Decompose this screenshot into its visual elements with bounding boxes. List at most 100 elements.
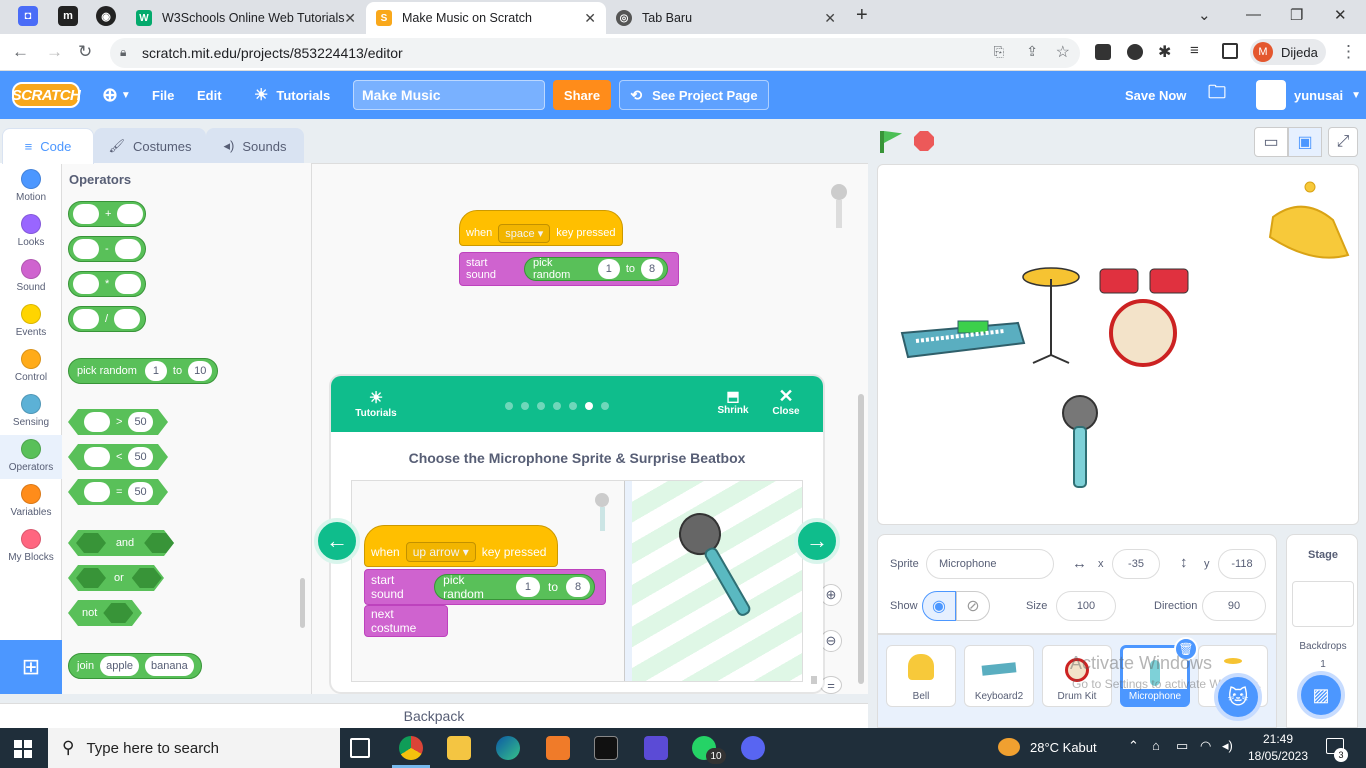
language-globe-icon[interactable]: ⊕ ▼ (102, 71, 131, 119)
translate-icon[interactable]: ⎘ (994, 44, 1004, 60)
greater-than-block[interactable]: >50 (68, 409, 168, 435)
hide-eye-slash-icon[interactable]: ⊘ (956, 591, 990, 621)
green-flag-icon[interactable] (884, 131, 902, 143)
tab-sounds[interactable]: ◂) Sounds (206, 128, 304, 164)
tab-code[interactable]: ≡ Code (2, 128, 94, 164)
see-project-page-button[interactable]: ⟲ See Project Page (619, 80, 769, 110)
sprite-tile-keyboard2[interactable]: Keyboard2 (964, 645, 1034, 707)
equals-block[interactable]: = 50 (68, 479, 168, 505)
tutorial-scrollbar[interactable] (811, 676, 817, 684)
less-than-block[interactable]: <50 (68, 444, 168, 470)
puzzle-icon[interactable]: ✱ (1158, 42, 1171, 62)
task-view-icon[interactable] (350, 738, 370, 758)
wifi-icon[interactable]: ◠ (1200, 738, 1211, 754)
subtract-block[interactable]: - (68, 236, 146, 262)
add-block[interactable]: + (68, 201, 146, 227)
save-now-button[interactable]: Save Now (1125, 71, 1186, 119)
extension-icon[interactable] (1127, 44, 1143, 60)
windows-start-icon[interactable] (14, 740, 32, 758)
github-icon[interactable]: ◉ (96, 6, 116, 26)
multiply-block[interactable]: * (68, 271, 146, 297)
tab-costumes[interactable]: 🖌︎ Costumes (94, 128, 206, 164)
or-block[interactable]: or (68, 565, 164, 591)
fullscreen-icon[interactable]: ⤢ (1328, 127, 1358, 157)
close-tab-icon[interactable]: ✕ (824, 10, 836, 27)
clock-time[interactable]: 21:49 (1248, 732, 1308, 746)
green-flag-icon[interactable] (880, 131, 884, 153)
progress-dot[interactable] (505, 402, 513, 410)
category-control[interactable]: Control (0, 349, 62, 389)
share-button[interactable]: Share (553, 80, 611, 110)
close-button[interactable]: ✕ Close (769, 387, 803, 417)
stop-icon[interactable] (914, 131, 934, 151)
progress-dot[interactable] (585, 402, 593, 410)
show-visible-eye-icon[interactable]: ◉ (922, 591, 956, 621)
chevron-up-icon[interactable]: ⌃ (1128, 738, 1139, 754)
account-menu[interactable]: yunusai ▼ (1256, 71, 1361, 119)
media-icon[interactable]: ≡ (1190, 42, 1199, 59)
previous-step-button[interactable]: ← (314, 518, 360, 564)
weather-text[interactable]: 28°C Kabut (1030, 740, 1097, 755)
terminal-icon[interactable] (594, 736, 618, 760)
reload-icon[interactable]: ↻ (78, 42, 92, 62)
zoom-out-icon[interactable]: ⊖ (820, 630, 842, 652)
category-looks[interactable]: Looks (0, 214, 62, 254)
category-events[interactable]: Events (0, 304, 62, 344)
normal-stage-icon[interactable]: ▣ (1288, 127, 1322, 157)
choose-backdrop-icon[interactable]: ▨ (1297, 671, 1345, 719)
progress-dot[interactable] (601, 402, 609, 410)
next-step-button[interactable]: → (794, 518, 840, 564)
sprite-name-input[interactable]: Microphone (926, 549, 1054, 579)
key-dropdown[interactable]: space ▾ (498, 223, 551, 243)
category-motion[interactable]: Motion (0, 169, 62, 209)
tutorials-menu[interactable]: ☀ Tutorials (254, 71, 330, 119)
not-block[interactable]: not (68, 600, 142, 626)
battery-icon[interactable]: ▭ (1176, 738, 1188, 754)
add-extension-button[interactable]: ⊞ (0, 640, 62, 694)
size-input[interactable]: 100 (1056, 591, 1116, 621)
edge-icon[interactable] (496, 736, 520, 760)
clock-date[interactable]: 18/05/2023 (1240, 749, 1316, 763)
category-operators[interactable]: Operators (0, 435, 62, 479)
project-title-input[interactable]: Make Music (353, 80, 545, 110)
taskbar-search-input[interactable]: ⚲ Type here to search (48, 728, 340, 768)
shrink-button[interactable]: ⬒ Shrink (715, 388, 751, 416)
progress-dot[interactable] (553, 402, 561, 410)
and-block[interactable]: and (68, 530, 174, 556)
pick-random-block[interactable]: pick random 1 to 10 (68, 358, 218, 384)
stage-thumbnail[interactable] (1292, 581, 1354, 627)
choose-sprite-cat-icon[interactable]: 🐱︎ (1214, 673, 1262, 721)
category-variables[interactable]: Variables (0, 484, 62, 524)
tab-scratch[interactable]: S Make Music on Scratch ✕ (366, 2, 606, 34)
stage-canvas[interactable] (877, 164, 1359, 525)
network-icon[interactable]: ⌂ (1152, 738, 1160, 753)
when-key-pressed-block[interactable]: when space ▾ key pressed (459, 210, 623, 246)
small-stage-icon[interactable]: ▭ (1254, 127, 1288, 157)
divide-block[interactable]: / (68, 306, 146, 332)
stage-panel[interactable]: Stage Backdrops 1 ▨ (1286, 534, 1358, 728)
sprite-tile-bell[interactable]: Bell (886, 645, 956, 707)
pick-random-reporter[interactable]: pick random 1 to 8 (523, 257, 668, 281)
workspace-scrollbar[interactable] (858, 394, 864, 684)
app-icon[interactable] (644, 736, 668, 760)
xampp-icon[interactable] (546, 736, 570, 760)
file-explorer-icon[interactable] (447, 736, 471, 760)
y-input[interactable]: -118 (1218, 549, 1266, 579)
bookmark-star-icon[interactable]: ☆ (1056, 42, 1070, 62)
close-tab-icon[interactable]: ✕ (344, 10, 356, 27)
file-menu[interactable]: File (152, 71, 174, 119)
direction-input[interactable]: 90 (1202, 591, 1266, 621)
x-input[interactable]: -35 (1112, 549, 1160, 579)
new-tab-icon[interactable]: + (856, 4, 868, 27)
category-my-blocks[interactable]: My Blocks (0, 529, 62, 569)
weather-icon[interactable] (998, 738, 1020, 756)
menu-kebab-icon[interactable]: ⋮ (1340, 42, 1357, 62)
progress-dot[interactable] (537, 402, 545, 410)
close-tab-icon[interactable]: ✕ (584, 10, 596, 27)
tab-new[interactable]: ◎ Tab Baru ✕ (606, 2, 846, 34)
progress-dot[interactable] (521, 402, 529, 410)
forward-icon[interactable]: → (46, 42, 63, 62)
join-block[interactable]: join apple banana (68, 653, 202, 679)
tab-search-icon[interactable]: ⌄ (1198, 6, 1211, 24)
start-sound-block[interactable]: start sound pick random 1 to 8 (459, 252, 679, 286)
